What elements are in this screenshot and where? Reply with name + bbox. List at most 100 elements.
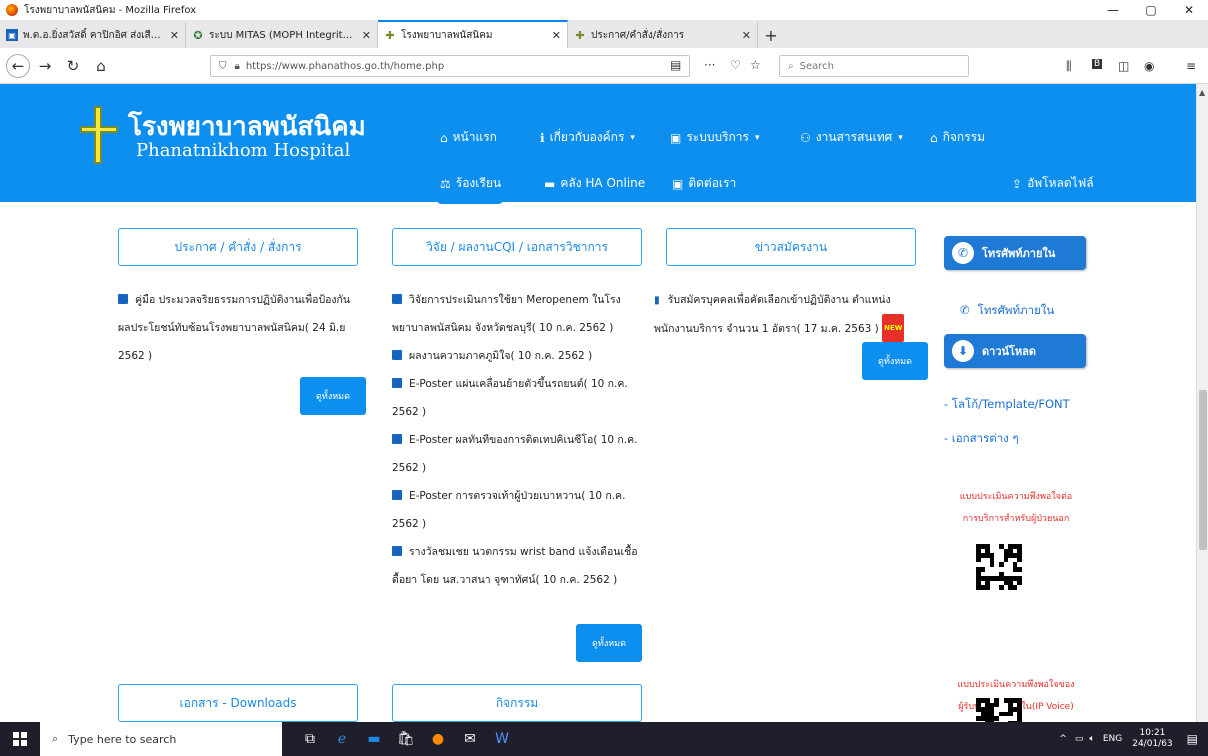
opd-survey-qr-code[interactable] — [976, 544, 1022, 590]
lock-icon[interactable]: 🔒︎ — [235, 61, 240, 72]
download-pill-button[interactable]: ⬇ ดาวน์โหลด — [944, 334, 1086, 368]
phone-pill-button[interactable]: ✆ โทรศัพท์ภายใน — [944, 236, 1086, 270]
close-tab-icon[interactable]: ✕ — [552, 29, 561, 42]
nav-activities[interactable]: ⌂ กิจกรรม — [930, 128, 985, 147]
extension-icon[interactable]: B — [1092, 59, 1103, 69]
nav-label: หน้าแรก — [452, 130, 497, 144]
task-view-icon[interactable]: ⧉ — [294, 722, 326, 756]
nav-home[interactable]: ⌂ หน้าแรก — [440, 128, 497, 147]
reader-view-icon[interactable]: ▤ — [670, 58, 681, 72]
info-icon: ℹ — [540, 130, 545, 145]
item-text: คู่มือ ประมวลจริยธรรมการปฏิบัติงานเพื่อป… — [135, 294, 351, 306]
browser-tab[interactable]: ✪ ระบบ MITAS (MOPH Integrity a ✕ — [186, 22, 378, 48]
nav-label: อัพโหลดไฟล์ — [1027, 176, 1094, 190]
close-tab-icon[interactable]: ✕ — [170, 29, 179, 42]
edge-icon[interactable]: ℯ — [326, 722, 358, 756]
research-item[interactable]: E-Poster การตรวจเท้าผู้ป่วยเบาหวาน( 10 ก… — [392, 482, 668, 510]
jobs-view-all-button[interactable]: ดูทั้งหมด — [862, 342, 928, 380]
nav-contact[interactable]: ▣ ติดต่อเรา — [672, 174, 736, 193]
window-controls: — ▢ ✕ — [1094, 0, 1208, 20]
research-view-all-button[interactable]: ดูทั้งหมด — [576, 624, 642, 662]
tray-chevron-icon[interactable]: ^ — [1059, 734, 1067, 744]
section-title: เอกสาร - Downloads — [179, 695, 297, 710]
jobs-heading[interactable]: ข่าวสมัครงาน — [666, 228, 916, 266]
close-tab-icon[interactable]: ✕ — [742, 29, 751, 42]
notifications-icon[interactable]: ▤ — [1187, 732, 1198, 746]
taskbar-search-input[interactable]: ⌕ Type here to search — [40, 722, 282, 756]
nav-upload[interactable]: ⇪ อัพโหลดไฟล์ — [1012, 174, 1094, 193]
mail-icon[interactable]: ✉ — [454, 722, 486, 756]
sidebar-toggle-icon[interactable]: ◫ — [1118, 59, 1129, 73]
phone-icon: ✆ — [960, 303, 970, 317]
library-icon[interactable]: ⫼ — [1066, 59, 1072, 74]
site-name-english[interactable]: Phanatnikhom Hospital — [136, 140, 350, 161]
research-item[interactable]: รางวัลชมเชย นวตกรรม wrist band แจ้งเตือน… — [392, 538, 668, 566]
hospital-logo[interactable] — [80, 106, 122, 164]
research-item[interactable]: E-Poster แผ่นเคลื่อนย้ายตัวขึ้นรถยนต์( 1… — [392, 370, 668, 398]
nav-complaint[interactable]: ⚖ ร้องเรียน — [440, 174, 501, 193]
research-item-cont[interactable]: พยาบาลพนัสนิคม จังหวัดชลบุรี( 10 ก.ค. 25… — [392, 314, 668, 342]
browser-tab-active[interactable]: ✚ โรงพยาบาลพนัสนิคม ✕ — [378, 20, 568, 48]
nav-label: กิจกรรม — [942, 130, 985, 144]
close-tab-icon[interactable]: ✕ — [362, 29, 371, 42]
logo-template-link[interactable]: - โลโก้/Template/FONT — [944, 396, 1070, 414]
page-actions-icon[interactable]: ··· — [704, 58, 715, 72]
nav-ha-online[interactable]: ▬ คลัง HA Online — [544, 174, 645, 193]
close-window-button[interactable]: ✕ — [1170, 0, 1208, 20]
url-bar[interactable]: ⛉ 🔒︎ https://www.phanathos.go.th/home.ph… — [210, 55, 690, 77]
new-tab-button[interactable]: + — [758, 22, 784, 48]
nav-label: เกี่ยวกับองค์กร — [549, 130, 625, 144]
nav-it[interactable]: ⚇ งานสารสนเทศ ▾ — [800, 128, 903, 147]
announce-item[interactable]: คู่มือ ประมวลจริยธรรมการปฏิบัติงานเพื่อป… — [118, 286, 388, 370]
maximize-button[interactable]: ▢ — [1132, 0, 1170, 20]
research-item[interactable]: วิจัยการประเมินการใช้ยา Meropenem ในโรง — [392, 286, 668, 314]
button-label: ดูทั้งหมด — [316, 392, 350, 402]
activities-heading[interactable]: กิจกรรม — [392, 684, 642, 722]
documents-link[interactable]: - เอกสารต่าง ๆ — [944, 430, 1019, 448]
browser-tab[interactable]: ▣ พ.ต.อ.ยิ่งสวัสดิ์ คาปิกอิศ ส่งเสียงใจ … — [0, 22, 186, 48]
announce-view-all-button[interactable]: ดูทั้งหมด — [300, 377, 366, 415]
downloads-heading[interactable]: เอกสาร - Downloads — [118, 684, 358, 722]
start-button[interactable] — [0, 722, 40, 756]
scroll-up-icon[interactable]: ▲ — [1199, 88, 1205, 97]
scrollbar-thumb[interactable] — [1199, 390, 1207, 550]
download-icon: ⬇ — [952, 340, 974, 362]
internal-phone-link[interactable]: ✆ โทรศัพท์ภายใน — [960, 302, 1054, 320]
research-item-cont[interactable]: ดื้อยา โดย นส.วาสนา จุฑาทัศน์( 10 ก.ค. 2… — [392, 566, 668, 594]
jobs-item[interactable]: ▮ รับสมัครบุคคลเพื่อคัดเลือกเข้าปฏิบัติงา… — [654, 286, 934, 343]
research-item[interactable]: E-Poster ผลทันทีของการติดเทปคิเนซีโอ( 10… — [392, 426, 668, 454]
menu-hamburger-icon[interactable]: ≡ — [1186, 59, 1196, 73]
research-item-cont[interactable]: 2562 ) — [392, 454, 668, 482]
network-icon[interactable]: ▭ — [1075, 734, 1084, 744]
pocket-icon[interactable]: ♡ — [730, 58, 741, 72]
bookmark-star-icon[interactable]: ☆ — [750, 58, 761, 72]
reload-button[interactable]: ↻ — [60, 53, 86, 79]
ipd-survey-qr-code[interactable] — [976, 698, 1022, 722]
research-item[interactable]: ผลงานความภาคภูมิใจ( 10 ก.ค. 2562 ) — [392, 342, 668, 370]
forward-button[interactable]: → — [32, 53, 58, 79]
input-language[interactable]: ENG — [1103, 734, 1122, 744]
item-text: ผลประโยชน์ทับซ้อนโรงพยาบาลพนัสนิคม( 24 ม… — [118, 322, 346, 334]
nav-about[interactable]: ℹ เกี่ยวกับองค์กร ▾ — [540, 128, 635, 147]
page-scrollbar[interactable]: ▲ — [1196, 84, 1208, 722]
word-icon[interactable]: W — [486, 722, 518, 756]
search-input[interactable]: ⌕ Search — [779, 55, 969, 77]
microsoft-store-icon[interactable]: 🛍︎ — [390, 722, 422, 756]
store-app-icon[interactable]: ▬ — [358, 722, 390, 756]
clock[interactable]: 10:21 24/01/63 — [1132, 728, 1172, 750]
minimize-button[interactable]: — — [1094, 0, 1132, 20]
opd-survey-title[interactable]: แบบประเมินความพึงพอใจต่อ การบริการสำหรับ… — [936, 486, 1096, 530]
nav-services[interactable]: ▣ ระบบบริการ ▾ — [670, 128, 760, 147]
browser-tab[interactable]: ✚ ประกาศ/คำสั่ง/สั่งการ ✕ — [568, 22, 758, 48]
announce-heading[interactable]: ประกาศ / คำสั่ง / สั่งการ — [118, 228, 358, 266]
volume-icon[interactable]: 🔈︎ — [1089, 734, 1094, 744]
account-icon[interactable]: ◉ — [1144, 59, 1154, 73]
research-item-cont[interactable]: 2562 ) — [392, 510, 668, 538]
research-item-cont[interactable]: 2562 ) — [392, 398, 668, 426]
back-button[interactable]: ← — [6, 53, 30, 78]
research-heading[interactable]: วิจัย / ผลงานCQI / เอกสารวิชาการ — [392, 228, 642, 266]
item-text: 2562 ) — [392, 462, 427, 474]
firefox-taskbar-icon[interactable]: ● — [422, 722, 454, 756]
tracking-shield-icon[interactable]: ⛉ — [219, 61, 227, 72]
home-button[interactable]: ⌂ — [88, 53, 114, 79]
